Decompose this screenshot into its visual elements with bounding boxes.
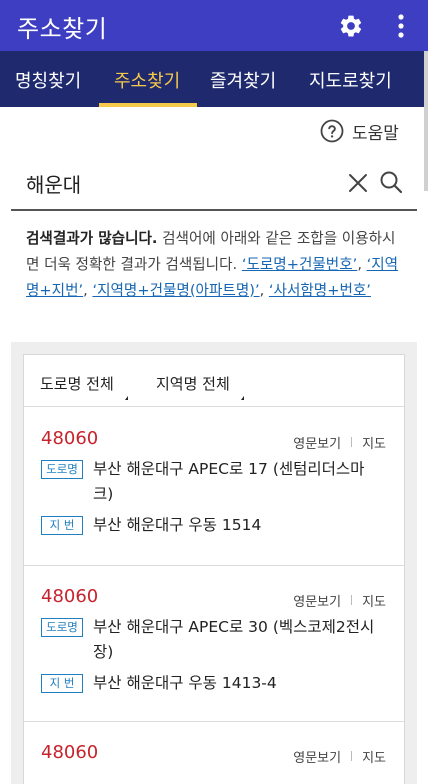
close-icon[interactable] [347,172,369,194]
notice-separator: , [357,256,362,273]
zip-code[interactable]: 48060 [41,742,98,763]
region-filter-label: 지역명 전체 [156,375,230,393]
scrollbar[interactable] [424,51,428,191]
road-address[interactable]: 부산 해운대구 APEC로 30 (벡스코제2전시장) [93,615,383,665]
question-circle-icon [320,119,344,143]
tab-map-search[interactable]: 지도로찾기 [309,67,392,93]
road-badge: 도로명 [41,460,83,479]
more-vert-icon[interactable] [389,12,413,40]
tab-favorites[interactable]: 즐겨찾기 [210,67,276,93]
example-region-building[interactable]: ‘지역명+건물명(아파트명)’ [92,282,259,299]
road-address[interactable]: 부산 해운대구 APEC로 17 (센텀리더스마크) [93,457,383,507]
tab-address-search[interactable]: 주소찾기 [114,67,180,93]
map-link[interactable]: 지도 [362,751,386,766]
result-area: 도로명 전체 지역명 전체 48060 영문보기 지도 도로명 부산 해운대구 A… [11,342,417,784]
search-input[interactable] [26,165,336,201]
english-view-link[interactable]: 영문보기 [293,595,341,610]
app-title: 주소찾기 [17,15,108,43]
road-badge: 도로명 [41,618,83,637]
app-bar: 주소찾기 [0,0,428,51]
zip-code[interactable]: 48060 [41,586,98,607]
result-divider [24,565,404,566]
example-pobox[interactable]: ‘사서함명+번호’ [269,282,371,299]
map-link[interactable]: 지도 [362,437,386,452]
map-link[interactable]: 지도 [362,595,386,610]
notice-bold: 검색결과가 많습니다. [26,230,158,247]
search-icon[interactable] [379,170,403,194]
jibun-address[interactable]: 부산 해운대구 우동 1514 [93,513,383,538]
active-tab-indicator [99,103,197,107]
result-links: 영문보기 지도 [293,747,386,766]
result-links: 영문보기 지도 [293,433,386,452]
tab-bar: 명칭찾기 주소찾기 즐겨찾기 지도로찾기 [0,51,428,107]
example-road-building[interactable]: ‘도로명+건물번호’ [242,256,358,273]
english-view-link[interactable]: 영문보기 [293,437,341,452]
jibun-badge: 지 번 [41,516,83,535]
result-links: 영문보기 지도 [293,591,386,610]
zip-code[interactable]: 48060 [41,428,98,449]
result-panel: 도로명 전체 지역명 전체 48060 영문보기 지도 도로명 부산 해운대구 A… [23,354,405,784]
help-button[interactable]: 도움말 [320,118,399,144]
tab-name-search[interactable]: 명칭찾기 [15,67,81,93]
dropdown-corner-icon [124,396,128,400]
english-view-link[interactable]: 영문보기 [293,751,341,766]
road-filter-label: 도로명 전체 [40,375,114,393]
search-notice: 검색결과가 많습니다. 검색어에 아래와 같은 조합을 이용하시면 더욱 정확한… [26,226,402,304]
road-filter-select[interactable]: 도로명 전체 [40,373,128,400]
help-label: 도움말 [352,123,399,144]
dropdown-corner-icon [240,396,244,400]
result-divider [24,721,404,722]
region-filter-select[interactable]: 지역명 전체 [156,373,244,400]
notice-separator: , [259,282,265,299]
gear-icon[interactable] [338,13,364,39]
notice-separator: , [83,282,88,299]
filter-bar: 도로명 전체 지역명 전체 [24,355,404,407]
search-box [11,157,417,211]
jibun-address[interactable]: 부산 해운대구 우동 1413-4 [93,671,383,696]
jibun-badge: 지 번 [41,674,83,693]
